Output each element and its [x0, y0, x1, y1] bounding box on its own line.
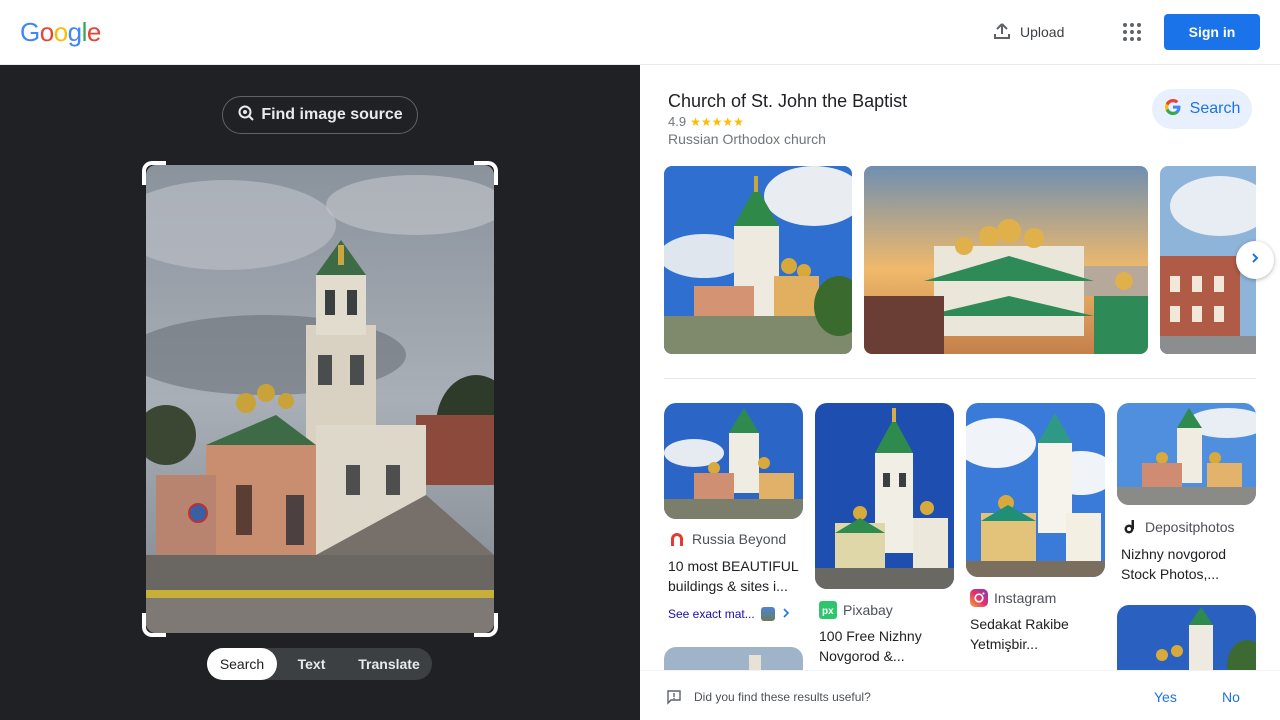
entity-rating: 4.9 ★★★★★	[668, 114, 744, 129]
exact-match-label: See exact mat...	[668, 607, 755, 621]
google-g-icon	[1164, 98, 1182, 121]
gallery-next-button[interactable]	[1236, 241, 1274, 279]
upload-icon	[992, 21, 1012, 44]
result-source[interactable]: Russia Beyond	[668, 530, 786, 548]
section-divider	[664, 378, 1256, 379]
google-logo[interactable]: Google	[20, 16, 101, 48]
source-name: Instagram	[994, 590, 1057, 606]
source-name: Pixabay	[843, 602, 893, 618]
logo-letter: e	[86, 17, 101, 47]
result-source[interactable]: px Pixabay	[819, 601, 893, 619]
feedback-icon	[666, 689, 682, 710]
entity-search-label: Search	[1189, 100, 1241, 117]
tab-translate[interactable]: Translate	[346, 648, 432, 680]
crop-handle-bottom-left[interactable]	[142, 613, 166, 637]
lens-mode-tabs: Search Text Translate	[207, 648, 432, 680]
result-source[interactable]: Instagram	[970, 589, 1056, 607]
results-panel: Church of St. John the Baptist 4.9 ★★★★★…	[640, 65, 1280, 720]
logo-letter: G	[20, 17, 40, 47]
tab-text[interactable]: Text	[277, 648, 346, 680]
find-image-source-button[interactable]: Find image source	[222, 96, 418, 134]
result-image[interactable]	[966, 403, 1105, 577]
source-name: Depositphotos	[1145, 519, 1235, 535]
upload-button[interactable]: Upload	[992, 19, 1064, 45]
crop-handle-top-right[interactable]	[474, 161, 498, 185]
lens-image-panel: Find image source Search Text Translate	[0, 65, 640, 720]
lens-search-icon	[237, 104, 255, 127]
entity-search-button[interactable]: Search	[1152, 89, 1252, 129]
svg-text:px: px	[822, 606, 834, 617]
feedback-yes-button[interactable]: Yes	[1154, 689, 1177, 705]
chevron-right-icon	[1249, 251, 1261, 269]
logo-letter: o	[39, 17, 54, 47]
logo-letter: g	[67, 17, 82, 47]
pixabay-icon: px	[819, 601, 837, 619]
result-title[interactable]: Sedakat Rakibe Yetmişbir...	[970, 614, 1106, 654]
top-bar: Google Upload Sign in	[0, 0, 1280, 65]
rating-value: 4.9	[668, 114, 687, 129]
feedback-question: Did you find these results useful?	[694, 690, 871, 704]
result-title[interactable]: 100 Free Nizhny Novgorod &...	[819, 626, 955, 666]
entity-image[interactable]	[864, 166, 1148, 354]
result-image[interactable]	[664, 403, 803, 519]
exact-match-thumbnail	[760, 607, 775, 621]
sign-in-button[interactable]: Sign in	[1164, 14, 1260, 50]
depositphotos-icon	[1121, 518, 1139, 536]
result-title[interactable]: 10 most BEAUTIFUL buildings & sites i...	[668, 556, 804, 596]
find-image-source-label: Find image source	[261, 106, 403, 123]
entity-title[interactable]: Church of St. John the Baptist	[668, 91, 907, 112]
source-name: Russia Beyond	[692, 531, 787, 547]
crop-handle-bottom-right[interactable]	[474, 613, 498, 637]
russia-beyond-icon	[668, 530, 686, 548]
apps-grid-icon[interactable]	[1120, 20, 1144, 44]
star-rating-icon: ★★★★★	[690, 114, 744, 129]
entity-image[interactable]	[664, 166, 852, 354]
chevron-right-icon	[781, 607, 791, 621]
feedback-no-button[interactable]: No	[1222, 689, 1240, 705]
result-source[interactable]: Depositphotos	[1121, 518, 1235, 536]
upload-label: Upload	[1020, 24, 1065, 40]
entity-subtitle: Russian Orthodox church	[668, 131, 826, 147]
query-photo[interactable]	[146, 165, 494, 633]
result-image[interactable]	[815, 403, 954, 589]
crop-handle-top-left[interactable]	[142, 161, 166, 185]
instagram-icon	[970, 589, 988, 607]
see-exact-matches-link[interactable]: See exact mat...	[668, 607, 791, 621]
feedback-bar: Did you find these results useful? Yes N…	[640, 670, 1280, 720]
tab-search[interactable]: Search	[207, 648, 277, 680]
result-title[interactable]: Nizhny novgorod Stock Photos,...	[1121, 544, 1257, 584]
result-image[interactable]	[1117, 403, 1256, 505]
logo-letter: o	[53, 17, 68, 47]
